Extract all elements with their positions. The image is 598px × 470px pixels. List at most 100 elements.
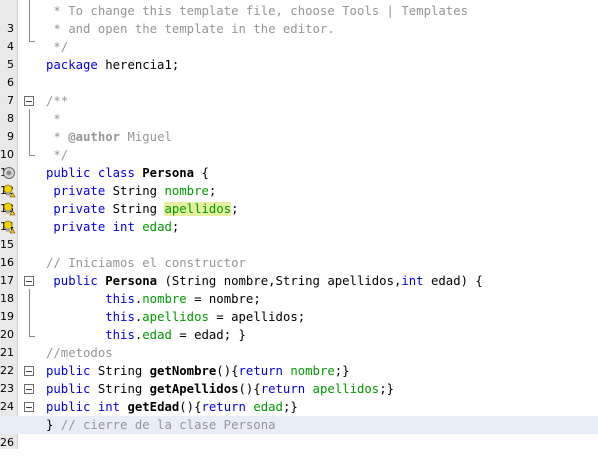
code-line[interactable]: 8 /** xyxy=(0,92,598,125)
code-text: { xyxy=(194,166,209,180)
keyword: private xyxy=(53,220,106,234)
fold-toggle-icon[interactable] xyxy=(24,96,34,106)
warning-bulb-icon[interactable] xyxy=(2,202,16,216)
comment-text: * xyxy=(46,112,61,126)
keyword: public xyxy=(46,364,91,378)
keyword: private xyxy=(53,184,106,198)
code-line[interactable]: 3 * To change this template file, choose… xyxy=(0,2,598,35)
code-text: ; xyxy=(231,202,239,216)
field-name: nombre xyxy=(290,364,335,378)
warning-bulb-icon[interactable] xyxy=(2,184,16,198)
code-line[interactable]: 12 public class Persona { xyxy=(0,164,598,197)
code-text: ;} xyxy=(334,364,350,378)
code-text: = nombre; xyxy=(186,292,261,306)
method-name: getNombre xyxy=(149,364,217,378)
override-marker-icon[interactable] xyxy=(2,166,16,180)
code-line[interactable]: 9 * xyxy=(0,110,598,143)
code-line[interactable]: 18 public Persona (String nombre,String … xyxy=(0,272,598,305)
current-code-line[interactable]: 26 } // cierre de la clase Persona xyxy=(0,416,598,449)
code-line[interactable]: 13 private String nombre; xyxy=(0,182,598,215)
comment-text: */ xyxy=(46,40,69,54)
field-name: edad xyxy=(253,400,283,414)
keyword: private xyxy=(53,202,106,216)
code-text: ;} xyxy=(282,400,298,414)
highlighted-field-name: apellidos xyxy=(164,202,232,216)
code-line[interactable]: 11 */ xyxy=(0,146,598,179)
code-text: ;} xyxy=(379,382,394,396)
javadoc-tag: @author xyxy=(68,130,121,144)
type-name: String xyxy=(90,382,150,396)
code-line[interactable]: 6 package herencia1; xyxy=(0,56,598,89)
keyword: public xyxy=(46,382,91,396)
code-text: edad) { xyxy=(423,274,483,288)
keyword: class xyxy=(97,166,135,180)
code-line[interactable]: 7 xyxy=(0,74,598,107)
type-name: String xyxy=(90,364,150,378)
code-line[interactable]: 14 private String apellidos; xyxy=(0,200,598,233)
comment-text: /** xyxy=(46,94,69,108)
keyword: public xyxy=(53,274,98,288)
keyword: this xyxy=(105,310,135,324)
keyword: public xyxy=(46,400,91,414)
class-name: Persona xyxy=(142,166,195,180)
code-text: (String nombre,String apellidos, xyxy=(157,274,402,288)
code-text: (){ xyxy=(179,400,202,414)
code-line[interactable]: 16 xyxy=(0,236,598,269)
code-text: ; xyxy=(208,184,217,198)
package-name: herencia1; xyxy=(97,58,180,72)
keyword: return xyxy=(260,382,306,396)
constructor-name: Persona xyxy=(105,274,158,288)
code-text: = apellidos; xyxy=(208,310,306,324)
comment-text: */ xyxy=(46,148,69,162)
code-text: = edad; } xyxy=(171,328,246,342)
code-line[interactable]: 22 //metodos xyxy=(0,344,598,377)
type-name: String xyxy=(105,184,165,198)
comment-text: * and open the template in the editor. xyxy=(46,22,335,36)
keyword: this xyxy=(105,328,135,342)
warning-bulb-icon[interactable] xyxy=(2,220,16,234)
code-line[interactable]: 10 * @author Miguel xyxy=(0,128,598,161)
keyword: this xyxy=(105,292,135,306)
field-name: edad xyxy=(142,220,172,234)
fold-toggle-icon[interactable] xyxy=(24,402,34,412)
method-name: getApellidos xyxy=(149,382,239,396)
code-line[interactable]: 24 public String getApellidos(){return a… xyxy=(0,380,598,413)
field-name: nombre xyxy=(164,184,209,198)
keyword: package xyxy=(46,58,98,72)
field-name: nombre xyxy=(142,292,187,306)
code-line[interactable]: 15 private int edad; xyxy=(0,218,598,251)
line-number: 26 xyxy=(0,436,14,449)
keyword: int xyxy=(401,274,424,288)
comment-text: // cierre de la clase Persona xyxy=(53,418,276,432)
keyword: return xyxy=(238,364,283,378)
code-line[interactable]: 23 public String getNombre(){return nomb… xyxy=(0,362,598,395)
code-line[interactable]: 25 public int getEdad(){return edad;} xyxy=(0,398,598,431)
code-line[interactable]: 21 this.edad = edad; } xyxy=(0,326,598,359)
keyword: return xyxy=(201,400,246,414)
code-text: (){ xyxy=(238,382,261,396)
fold-toggle-icon[interactable] xyxy=(24,366,34,376)
comment-text: Miguel xyxy=(120,130,172,144)
comment-text: * xyxy=(46,130,69,144)
code-line[interactable]: 17 // Iniciamos el constructor xyxy=(0,254,598,287)
comment-text: // Iniciamos el constructor xyxy=(46,256,246,270)
keyword: int xyxy=(112,220,135,234)
field-name: apellidos xyxy=(142,310,209,324)
comment-text: * To change this template file, choose T… xyxy=(46,4,468,18)
code-line[interactable]: 19 this.nombre = nombre; xyxy=(0,290,598,323)
code-line[interactable]: 20 this.apellidos = apellidos; xyxy=(0,308,598,341)
fold-toggle-icon[interactable] xyxy=(24,276,34,286)
field-name: apellidos xyxy=(312,382,380,396)
field-name: edad xyxy=(142,328,172,342)
fold-toggle-icon[interactable] xyxy=(24,384,34,394)
code-text: ; xyxy=(171,220,180,234)
code-line[interactable]: 5 */ xyxy=(0,38,598,71)
keyword: public xyxy=(46,166,91,180)
method-name: getEdad xyxy=(127,400,180,414)
code-line[interactable]: 4 * and open the template in the editor. xyxy=(0,20,598,53)
keyword: int xyxy=(97,400,121,414)
code-text: (){ xyxy=(216,364,239,378)
